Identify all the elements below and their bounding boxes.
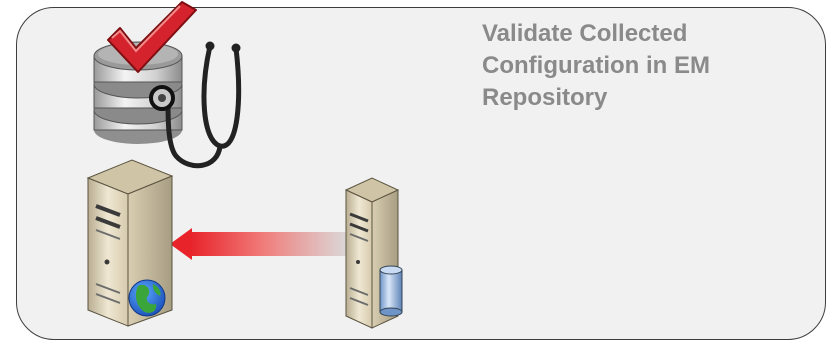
database-checkmark-icon — [93, 1, 197, 144]
database-server-icon — [344, 177, 403, 329]
diagram-artwork — [86, 1, 403, 329]
web-server-globe-icon — [86, 159, 174, 327]
arrow-left-icon — [170, 228, 350, 260]
